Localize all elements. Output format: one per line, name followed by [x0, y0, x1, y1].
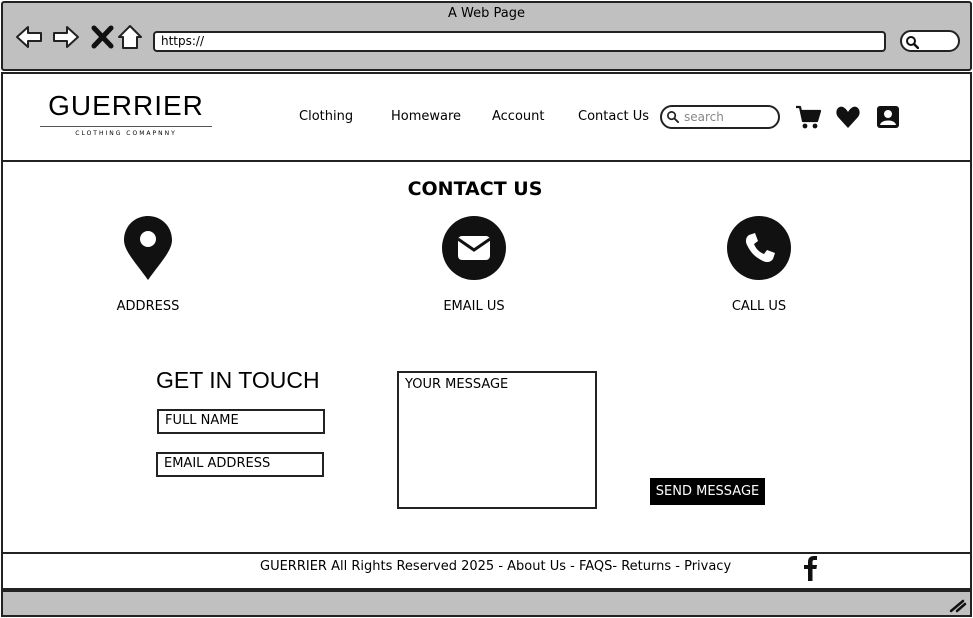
- forward-arrow-icon[interactable]: [51, 24, 81, 50]
- envelope-icon: [442, 216, 506, 280]
- search-icon: [667, 111, 679, 123]
- resize-grip-icon[interactable]: [948, 597, 968, 613]
- heart-icon[interactable]: [835, 104, 861, 130]
- contact-call-label: CALL US: [731, 299, 787, 314]
- stop-icon[interactable]: [88, 24, 118, 50]
- email-address-field[interactable]: EMAIL ADDRESS: [156, 452, 324, 477]
- contact-title: CONTACT US: [407, 178, 543, 200]
- contact-address-label: ADDRESS: [116, 299, 180, 314]
- facebook-icon[interactable]: [800, 555, 820, 581]
- get-in-touch-title: GET IN TOUCH: [156, 367, 320, 393]
- phone-icon: [727, 216, 791, 280]
- browser-search-field[interactable]: [900, 30, 960, 52]
- cart-icon[interactable]: [795, 104, 821, 130]
- nav-contact-us[interactable]: Contact Us: [578, 109, 649, 124]
- full-name-field[interactable]: FULL NAME: [157, 409, 325, 434]
- url-bar[interactable]: https://: [153, 31, 886, 52]
- contact-email-label: EMAIL US: [443, 299, 505, 314]
- message-textarea[interactable]: YOUR MESSAGE: [397, 371, 597, 509]
- nav-clothing[interactable]: Clothing: [299, 109, 353, 124]
- account-icon[interactable]: [875, 104, 901, 130]
- logo-divider: [40, 126, 212, 127]
- browser-status-bar: [1, 590, 972, 617]
- nav-homeware[interactable]: Homeware: [391, 109, 461, 124]
- footer-links[interactable]: GUERRIER All Rights Reserved 2025 - Abou…: [260, 559, 731, 574]
- window-title: A Web Page: [448, 6, 525, 21]
- nav-account[interactable]: Account: [492, 109, 545, 124]
- home-icon[interactable]: [115, 24, 145, 50]
- brand-tagline: CLOTHING COMAPNNY: [75, 130, 177, 137]
- search-icon: [906, 36, 919, 49]
- brand-logo[interactable]: GUERRIER: [40, 90, 212, 122]
- back-arrow-icon[interactable]: [14, 24, 44, 50]
- map-pin-icon: [124, 216, 172, 280]
- send-message-button[interactable]: SEND MESSAGE: [650, 478, 765, 505]
